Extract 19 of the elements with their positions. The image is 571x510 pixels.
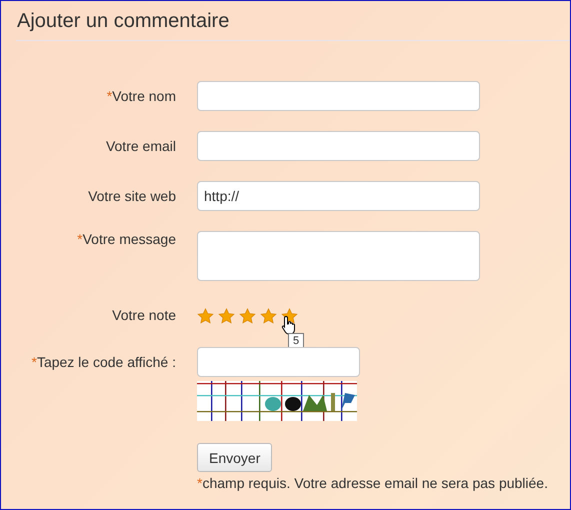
field-label: *Votre message bbox=[76, 231, 176, 247]
required-note: *champ requis. Votre adresse email ne sera pas publiée. bbox=[197, 475, 548, 491]
star-icon[interactable] bbox=[260, 308, 277, 325]
star-icon[interactable] bbox=[218, 308, 235, 325]
star-icon[interactable] bbox=[239, 308, 256, 325]
input-field[interactable] bbox=[197, 347, 360, 377]
field-label: *Votre nom bbox=[106, 87, 176, 104]
submit-button[interactable]: Envoyer bbox=[197, 443, 272, 472]
field-label: *Tapez le code affiché : bbox=[30, 353, 176, 370]
field-label: Votre note bbox=[111, 307, 176, 323]
input-field[interactable] bbox=[197, 81, 480, 111]
input-field[interactable]: http:// bbox=[197, 181, 480, 211]
field-label: Votre site web bbox=[87, 187, 176, 204]
field-label: Votre email bbox=[104, 137, 176, 154]
hand-cursor-icon bbox=[281, 315, 297, 335]
message-field[interactable] bbox=[197, 231, 480, 281]
star-icon[interactable] bbox=[197, 308, 214, 325]
form-title: Ajouter un commentaire bbox=[16, 9, 230, 34]
input-field[interactable] bbox=[197, 131, 480, 161]
